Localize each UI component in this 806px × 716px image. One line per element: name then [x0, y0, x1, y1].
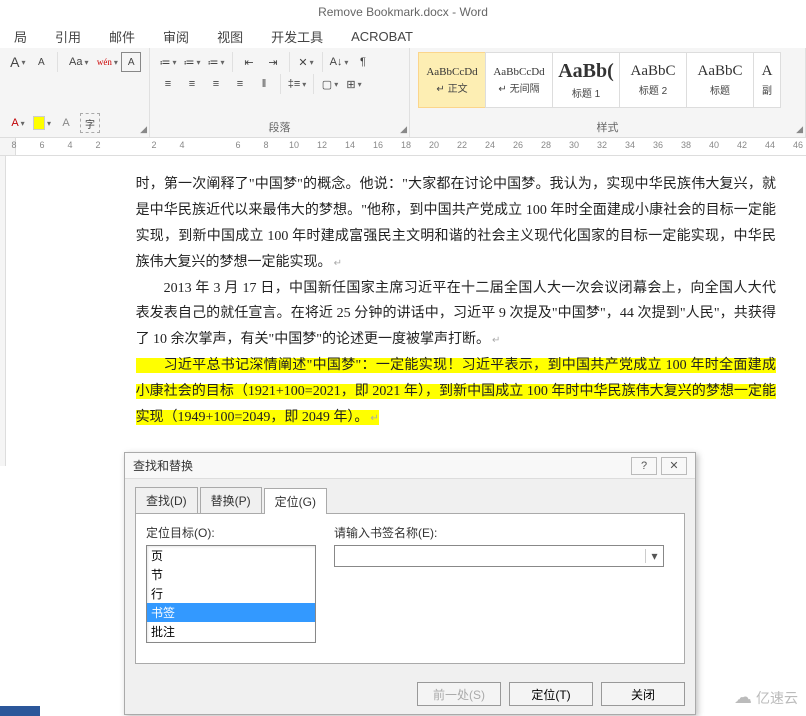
- separator: [322, 52, 323, 72]
- highlight-button[interactable]: [32, 113, 52, 133]
- clear-format-button[interactable]: A: [56, 113, 76, 133]
- tab-developer[interactable]: 开发工具: [257, 27, 337, 46]
- font-group: A A Aa wén A A A 字 ◢: [0, 48, 150, 137]
- page-content[interactable]: 时，第一次阐释了"中国梦"的概念。他说："大家都在讨论中国梦。我认为，实现中华民…: [6, 156, 806, 466]
- goto-button[interactable]: 定位(T): [509, 682, 593, 706]
- align-left-button[interactable]: ≡: [158, 74, 178, 94]
- goto-target-item[interactable]: 节: [147, 565, 315, 584]
- char-border-button[interactable]: A: [121, 52, 141, 72]
- style-subtitle[interactable]: A 副: [753, 52, 781, 108]
- window-title: Remove Bookmark.docx - Word: [318, 5, 488, 19]
- goto-target-label: 定位目标(O):: [146, 524, 316, 541]
- paragraph[interactable]: 时，第一次阐释了"中国梦"的概念。他说："大家都在讨论中国梦。我认为，实现中华民…: [136, 172, 776, 276]
- enclose-button[interactable]: 字: [80, 113, 100, 133]
- bullets-button[interactable]: ≔: [158, 52, 178, 72]
- paragraph-label: 段落: [158, 117, 401, 135]
- goto-target-listbox[interactable]: 页节行书签批注脚注: [146, 545, 316, 643]
- style-heading1[interactable]: AaBb( 标题 1: [552, 52, 620, 108]
- shrink-font-button[interactable]: A: [32, 52, 52, 72]
- styles-expand-icon[interactable]: ◢: [796, 124, 803, 135]
- dialog-help-button[interactable]: ?: [631, 457, 657, 475]
- font-color-button[interactable]: A: [8, 113, 28, 133]
- ribbon: A A Aa wén A A A 字 ◢ ≔ ≔ ≔ ⇤ ⇥ ✕ A↓ ¶: [0, 48, 806, 138]
- multilevel-button[interactable]: ≔: [206, 52, 226, 72]
- dialog-tabs: 查找(D) 替换(P) 定位(G): [135, 487, 685, 514]
- paragraph-expand-icon[interactable]: ◢: [400, 124, 407, 135]
- tab-find[interactable]: 查找(D): [135, 487, 198, 513]
- separator: [313, 74, 314, 94]
- show-marks-button[interactable]: ¶: [353, 52, 373, 72]
- line-spacing-button[interactable]: ‡≡: [287, 74, 307, 94]
- style-nospacing[interactable]: AaBbCcDd ↵ 无间隔: [485, 52, 553, 108]
- cloud-icon: ☁: [734, 687, 752, 708]
- numbering-button[interactable]: ≔: [182, 52, 202, 72]
- align-distribute-button[interactable]: ‖: [254, 74, 274, 94]
- status-bar[interactable]: [0, 706, 40, 716]
- dialog-titlebar[interactable]: 查找和替换 ? ✕: [125, 453, 695, 479]
- tab-references[interactable]: 引用: [41, 27, 95, 46]
- goto-target-item[interactable]: 批注: [147, 622, 315, 641]
- tab-mailings[interactable]: 邮件: [95, 27, 149, 46]
- style-normal[interactable]: AaBbCcDd ↵ 正文: [418, 52, 486, 108]
- bookmark-name-label: 请输入书签名称(E):: [334, 524, 674, 541]
- separator: [289, 52, 290, 72]
- font-expand-icon[interactable]: ◢: [140, 124, 147, 135]
- watermark: ☁ 亿速云: [734, 687, 798, 708]
- sort-button[interactable]: A↓: [329, 52, 349, 72]
- goto-target-item[interactable]: 页: [147, 546, 315, 565]
- goto-target-item[interactable]: 脚注: [147, 641, 315, 643]
- change-case-button[interactable]: Aa: [64, 52, 93, 72]
- goto-target-item[interactable]: 行: [147, 584, 315, 603]
- indent-decrease-button[interactable]: ⇤: [239, 52, 259, 72]
- ribbon-tabs: 局 引用 邮件 审阅 视图 开发工具 ACROBAT: [0, 24, 806, 48]
- paragraph-highlighted[interactable]: 习近平总书记深情阐述"中国梦"：一定能实现！习近平表示，到中国共产党成立 100…: [136, 353, 776, 431]
- window-titlebar: Remove Bookmark.docx - Word: [0, 0, 806, 24]
- tab-view[interactable]: 视图: [203, 27, 257, 46]
- tab-replace[interactable]: 替换(P): [200, 487, 262, 513]
- tab-acrobat[interactable]: ACROBAT: [337, 29, 427, 44]
- grow-font-button[interactable]: A: [8, 52, 28, 72]
- separator: [280, 74, 281, 94]
- dialog-footer: 前一处(S) 定位(T) 关闭: [125, 674, 695, 714]
- style-gallery[interactable]: AaBbCcDd ↵ 正文 AaBbCcDd ↵ 无间隔 AaBb( 标题 1 …: [418, 52, 797, 108]
- align-right-button[interactable]: ≡: [206, 74, 226, 94]
- bookmark-name-input[interactable]: [335, 549, 645, 563]
- goto-panel: 定位目标(O): 页节行书签批注脚注 请输入书签名称(E): ▾: [135, 514, 685, 664]
- asian-layout-button[interactable]: ✕: [296, 52, 316, 72]
- paragraph-group: ≔ ≔ ≔ ⇤ ⇥ ✕ A↓ ¶ ≡ ≡ ≡ ≡ ‖ ‡≡ ▢ ⊞ 段落 ◢: [150, 48, 410, 137]
- borders-button[interactable]: ⊞: [344, 74, 364, 94]
- align-center-button[interactable]: ≡: [182, 74, 202, 94]
- shading-button[interactable]: ▢: [320, 74, 340, 94]
- document-area[interactable]: 时，第一次阐释了"中国梦"的概念。他说："大家都在讨论中国梦。我认为，实现中华民…: [0, 156, 806, 466]
- goto-target-item[interactable]: 书签: [147, 603, 315, 622]
- styles-label: 样式: [418, 117, 797, 135]
- chevron-down-icon[interactable]: ▾: [645, 549, 663, 563]
- close-button[interactable]: 关闭: [601, 682, 685, 706]
- find-replace-dialog: 查找和替换 ? ✕ 查找(D) 替换(P) 定位(G) 定位目标(O): 页节行…: [124, 452, 696, 715]
- dialog-close-button[interactable]: ✕: [661, 457, 687, 475]
- phonetic-guide-button[interactable]: wén: [97, 52, 117, 72]
- tab-layout[interactable]: 局: [0, 27, 41, 46]
- ruler[interactable]: 8642246810121416182022242628303234363840…: [0, 138, 806, 156]
- bookmark-name-combo[interactable]: ▾: [334, 545, 664, 567]
- align-justify-button[interactable]: ≡: [230, 74, 250, 94]
- dialog-title: 查找和替换: [133, 457, 193, 474]
- highlight-swatch-icon: [33, 116, 45, 130]
- separator: [57, 52, 58, 72]
- style-heading2[interactable]: AaBbC 标题 2: [619, 52, 687, 108]
- style-title[interactable]: AaBbC 标题: [686, 52, 754, 108]
- styles-group: AaBbCcDd ↵ 正文 AaBbCcDd ↵ 无间隔 AaBb( 标题 1 …: [410, 48, 806, 137]
- separator: [232, 52, 233, 72]
- previous-button[interactable]: 前一处(S): [417, 682, 501, 706]
- tab-review[interactable]: 审阅: [149, 27, 203, 46]
- tab-goto[interactable]: 定位(G): [264, 488, 327, 514]
- paragraph[interactable]: 2013 年 3 月 17 日，中国新任国家主席习近平在十二届全国人大一次会议闭…: [136, 276, 776, 354]
- indent-increase-button[interactable]: ⇥: [263, 52, 283, 72]
